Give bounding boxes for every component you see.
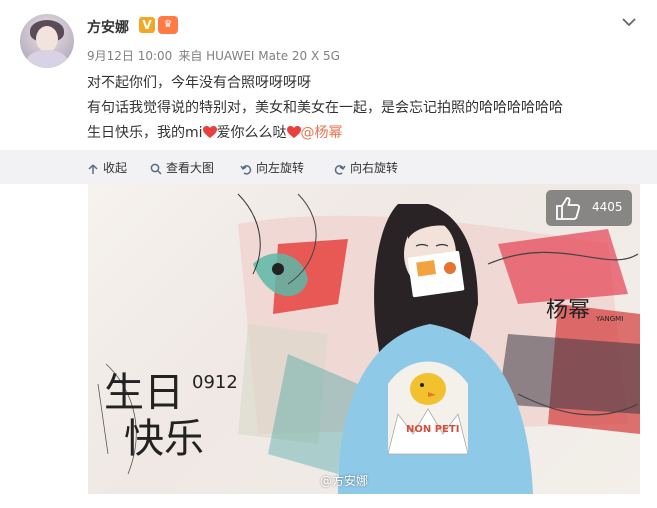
verified-v-badge: V xyxy=(139,17,155,33)
post-line-2: 有句话我觉得说的特别对，美女和美女在一起，是会忘记拍照的哈哈哈哈哈哈 xyxy=(87,100,563,116)
view-large-button[interactable]: 查看大图 xyxy=(150,159,214,176)
post-line-1: 对不起你们，今年没有合照呀呀呀呀 xyxy=(87,75,311,91)
heart-icon xyxy=(286,126,301,138)
post-meta: 9月12日 10:00 来自 HUAWEI Mate 20 X 5G xyxy=(87,47,346,64)
rotate-right-icon xyxy=(334,165,346,175)
like-button[interactable]: 4405 xyxy=(546,190,632,226)
post-date[interactable]: 9月12日 10:00 xyxy=(87,49,172,63)
image-watermark: @方安娜 xyxy=(320,474,369,488)
search-icon xyxy=(150,163,162,175)
svg-text:NON PETI: NON PETI xyxy=(406,424,459,435)
post-line-3: 生日快乐，我的mi 爱你么么哒 @杨幂 xyxy=(87,121,563,146)
rotate-left-icon xyxy=(240,165,252,175)
thumbs-up-icon xyxy=(556,197,581,220)
birthday-text-line-2: 快乐 xyxy=(124,416,204,462)
post-text: 对不起你们，今年没有合照呀呀呀呀 有句话我觉得说的特别对，美女和美女在一起，是会… xyxy=(87,71,563,146)
rotate-right-button[interactable]: 向右旋转 xyxy=(334,159,398,176)
post-source: 来自 HUAWEI Mate 20 X 5G xyxy=(178,49,340,63)
collapse-icon xyxy=(88,164,98,174)
chevron-down-icon[interactable] xyxy=(620,13,638,31)
username-link[interactable]: 方安娜 xyxy=(87,17,129,37)
collapse-label: 收起 xyxy=(103,161,128,175)
post-image[interactable]: NON PETI 杨幂 YANGMI 生日 快乐 0912 4405 @方安娜 xyxy=(88,184,640,494)
rotate-right-label: 向右旋转 xyxy=(350,161,399,175)
image-toolbar: 收起 查看大图 向左旋转 向右旋转 xyxy=(0,150,657,184)
artwork-name-en-label: YANGMI xyxy=(596,315,624,323)
collapse-button[interactable]: 收起 xyxy=(87,159,127,176)
user-avatar[interactable] xyxy=(20,14,74,68)
post-line-3-middle: 爱你么么哒 xyxy=(216,125,287,141)
mention-link[interactable]: @杨幂 xyxy=(301,125,343,141)
rotate-left-button[interactable]: 向左旋转 xyxy=(240,159,304,176)
artwork-name-label: 杨幂 xyxy=(546,298,591,323)
member-crown-badge[interactable]: ♛ xyxy=(158,16,178,34)
heart-icon xyxy=(202,126,217,138)
view-large-label: 查看大图 xyxy=(166,161,215,175)
rotate-left-label: 向左旋转 xyxy=(256,161,305,175)
like-count: 4405 xyxy=(592,200,623,214)
post-line-3-start: 生日快乐，我的mi xyxy=(87,125,203,141)
birthday-date-label: 0912 xyxy=(192,372,238,393)
